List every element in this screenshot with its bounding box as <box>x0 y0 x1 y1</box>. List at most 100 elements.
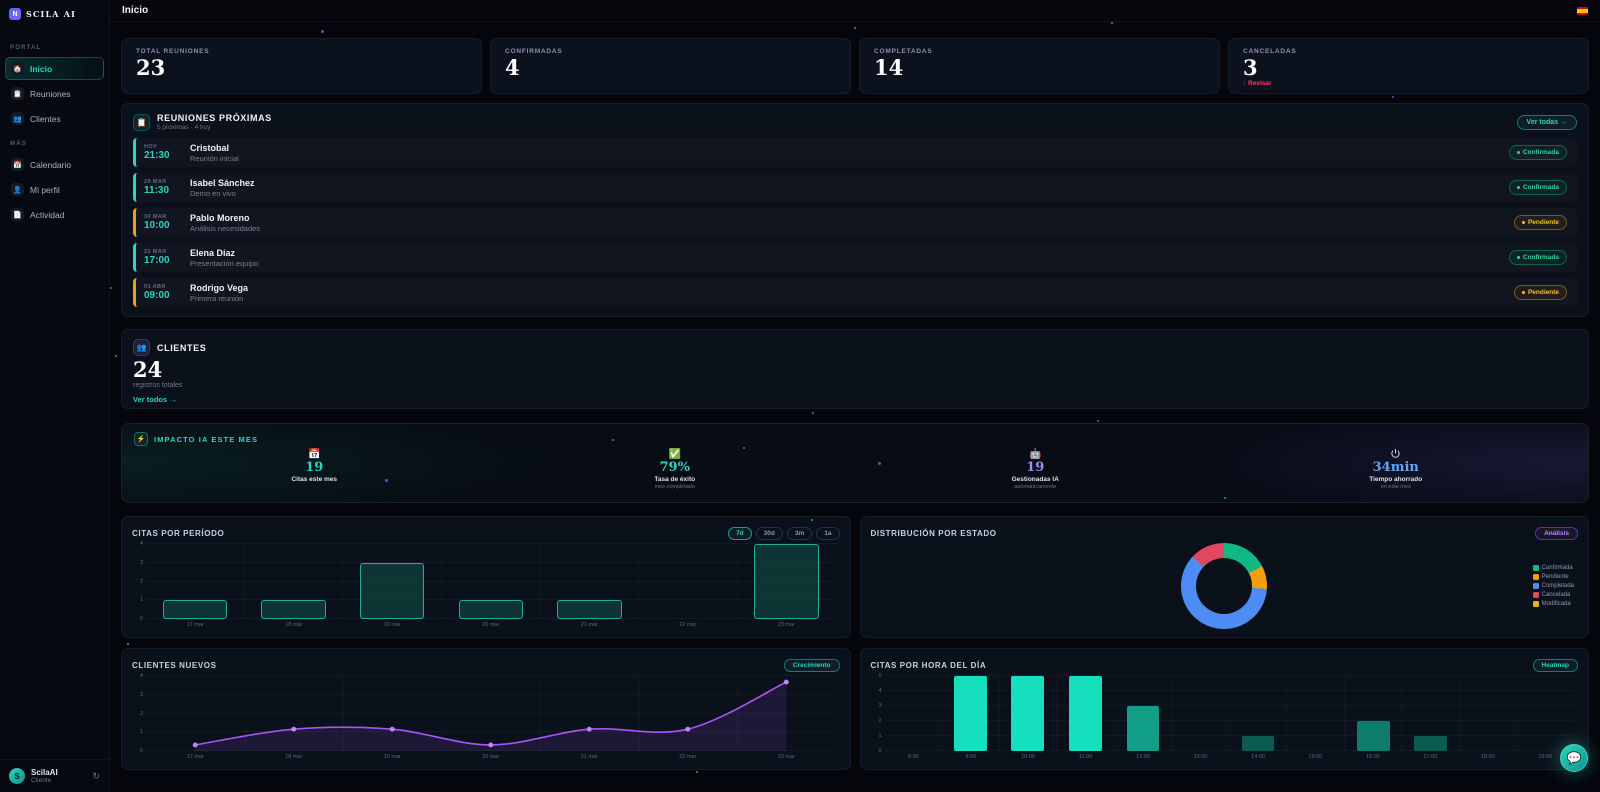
bar-18-mar[interactable] <box>261 600 326 619</box>
filter-30d[interactable]: 30d <box>755 526 783 540</box>
meeting-row[interactable]: 30 MAR 10:00 Pablo Moreno Análisis necesida… <box>133 208 1577 237</box>
x-axis: 17 mar 18 mar 19 mar 20 mar 21 mar 22 mar 23 m… <box>146 752 836 761</box>
data-point-20-mar[interactable] <box>488 742 494 748</box>
legend-item-modificada[interactable]: Modificada <box>1532 601 1574 607</box>
impact-stat-gestionadas-ia: 🤖 19 Gestionadas IA automáticamente <box>855 448 1216 490</box>
sidebar-item-clientes[interactable]: 👥 Clientes <box>5 107 104 130</box>
legend-item-cancelada[interactable]: Cancelada <box>1532 592 1574 598</box>
meeting-datetime: 01 ABR 09:00 <box>144 284 180 301</box>
x-tick: 18:00 <box>1480 753 1495 760</box>
bar-10-00[interactable] <box>1011 676 1045 751</box>
x-tick: 16:00 <box>1365 753 1380 760</box>
bar-19-mar[interactable] <box>359 562 425 619</box>
view-all-meetings-button[interactable]: Ver todas → <box>1516 114 1577 130</box>
ai-impact-card: ⚡ IMPACTO IA ESTE MES 📅 19 Citas este mes ✅… <box>121 423 1589 503</box>
data-point-23-mar[interactable] <box>783 679 789 685</box>
chat-button[interactable]: 💬 <box>1560 744 1588 772</box>
stat-label: COMPLETADAS <box>874 48 933 55</box>
avatar: S <box>9 768 25 784</box>
stat-card-canceladas: CANCELADAS 3 ↑ Revisar <box>1228 38 1589 94</box>
filter-1a[interactable]: 1a <box>816 526 840 540</box>
meeting-row[interactable]: HOY 21:30 Cristobal Reunión inicial Confirma… <box>133 138 1577 167</box>
growth-badge: Crecimiento <box>783 658 840 672</box>
spain-flag-icon[interactable] <box>1577 6 1588 15</box>
legend-label: Cancelada <box>1541 592 1571 598</box>
bar-14-00[interactable] <box>1241 736 1275 751</box>
meetings-subtitle: 5 próximas · 4 hoy <box>157 124 211 131</box>
filter-3m[interactable]: 3m <box>786 526 813 540</box>
bar-20-mar[interactable] <box>458 600 523 619</box>
y-tick: 1 <box>139 729 143 736</box>
impact-label: Tasa de éxito <box>654 476 696 484</box>
data-point-17-mar[interactable] <box>192 742 198 748</box>
y-tick: 2 <box>878 718 882 724</box>
legend-swatch <box>1532 565 1539 571</box>
clients-title: CLIENTES <box>157 342 207 353</box>
data-point-21-mar[interactable] <box>586 726 592 732</box>
sidebar-item-mi-perfil[interactable]: 👤 Mi perfil <box>5 178 104 201</box>
x-tick: 22 mar <box>679 621 697 628</box>
status-badge: Confirmada <box>1508 145 1567 160</box>
charts-row-top: CITAS POR PERÍODO 7d 30d 3m 1a 0 1 2 3 4 17 mar 1… <box>121 516 1589 638</box>
meetings-header-text: REUNIONES PRÓXIMAS 5 próximas · 4 hoy <box>157 113 272 131</box>
view-all-clients-link[interactable]: Ver todos → <box>133 395 177 404</box>
x-tick: 11:00 <box>1078 753 1093 760</box>
clients-subtitle: registros totales <box>133 382 183 389</box>
legend-item-confirmada[interactable]: Confirmada <box>1532 565 1574 571</box>
status-badge: Confirmada <box>1508 250 1567 265</box>
bar-17-mar[interactable] <box>162 600 228 619</box>
sidebar-item-calendario[interactable]: 📅 Calendario <box>5 153 104 176</box>
filter-7d[interactable]: 7d <box>728 526 752 540</box>
bar-12-00[interactable] <box>1126 706 1160 751</box>
meeting-row[interactable]: 01 ABR 09:00 Rodrigo Vega Primera reunión Pe… <box>133 278 1577 307</box>
impact-stat-citas-este-mes: 📅 19 Citas este mes <box>134 448 495 490</box>
meetings-title: REUNIONES PRÓXIMAS <box>157 113 272 123</box>
y-tick: 0 <box>139 616 143 622</box>
meeting-time: 11:30 <box>144 185 170 196</box>
brand-name: SCILA AI <box>26 9 77 19</box>
bar-9-00[interactable] <box>953 676 987 751</box>
x-tick: 19 mar <box>383 753 401 760</box>
stat-value: 14 <box>874 55 904 80</box>
meeting-row[interactable]: 29 MAR 11:30 Isabel Sánchez Demo en vivo Con… <box>133 173 1577 202</box>
status-badge: Confirmada <box>1508 180 1567 195</box>
bar-17-00[interactable] <box>1414 736 1448 751</box>
y-tick: 3 <box>139 691 143 698</box>
meeting-info: Pablo Moreno Análisis necesidades <box>190 213 260 233</box>
impact-value: 19 <box>1026 460 1045 475</box>
chart-title-estado: DISTRIBUCIÓN POR ESTADO <box>870 528 997 538</box>
bar-23-mar[interactable] <box>754 544 819 619</box>
meeting-info: Cristobal Reunión inicial <box>190 143 239 163</box>
y-tick: 4 <box>878 688 882 694</box>
bar-11-00[interactable] <box>1069 676 1102 751</box>
main-area: Inicio TOTAL REUNIONES 23 CONFIRMADAS 4 COMP… <box>110 0 1600 792</box>
x-tick: 20 mar <box>482 753 500 760</box>
donut-chart[interactable] <box>1181 543 1268 629</box>
app-root: N SCILA AI PORTAL 🏠 Inicio 📋 Reuniones 👥 Clien… <box>0 0 1600 792</box>
legend-item-completada[interactable]: Completada <box>1532 583 1574 589</box>
data-point-19-mar[interactable] <box>389 726 395 732</box>
brand-logo-icon: N <box>9 8 21 20</box>
sidebar-user-card[interactable]: S ScilaAI Cliente ↻ <box>0 759 109 792</box>
sidebar-item-inicio[interactable]: 🏠 Inicio <box>5 57 104 80</box>
bar-chart-horas: 0 1 2 3 4 5 8:00 9:00 10:00 11:00 12:00 13:00 14:00 1… <box>871 673 1579 761</box>
topbar: Inicio <box>110 0 1600 22</box>
meeting-name: Pablo Moreno <box>190 212 250 223</box>
sidebar-item-reuniones[interactable]: 📋 Reuniones <box>5 82 104 105</box>
chart-card-clientes-nuevos: CLIENTES NUEVOS Crecimiento 0 1 2 3 4 17 mar 1… <box>121 648 851 770</box>
data-point-22-mar[interactable] <box>685 726 691 732</box>
sidebar-item-actividad[interactable]: 📄 Actividad <box>5 203 104 226</box>
status-badge: Pendiente <box>1513 215 1567 230</box>
chart-card-citas-hora: CITAS POR HORA DEL DÍA Heatmap 0 1 2 3 4 5 8:0… <box>859 648 1589 770</box>
chart-title-periodo: CITAS POR PERÍODO <box>132 528 225 538</box>
refresh-session-icon[interactable]: ↻ <box>92 771 100 782</box>
x-tick: 23 mar <box>777 621 795 628</box>
y-tick: 3 <box>139 559 143 566</box>
legend-label: Modificada <box>1541 601 1571 607</box>
bar-21-mar[interactable] <box>557 600 622 619</box>
review-alert[interactable]: ↑ Revisar <box>1243 80 1574 87</box>
data-point-18-mar[interactable] <box>291 726 297 732</box>
meeting-row[interactable]: 31 MAR 17:00 Elena Díaz Presentación equipo… <box>133 243 1577 272</box>
bar-16-00[interactable] <box>1356 721 1390 751</box>
legend-item-pendiente[interactable]: Pendiente <box>1532 574 1574 580</box>
